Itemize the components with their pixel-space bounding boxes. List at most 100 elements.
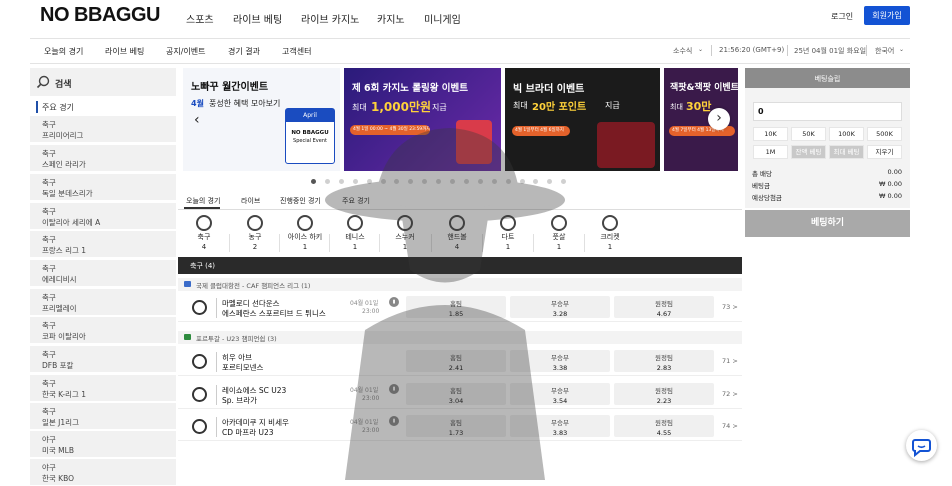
carousel-dot[interactable] [380, 179, 386, 184]
chip-50k-button[interactable]: 50K [791, 127, 826, 141]
banner-casino-rolling[interactable]: 제 6회 카지노 롤링왕 이벤트 최대 1,000만원 지급 4월 1일 00:… [344, 68, 501, 171]
odds-home-button[interactable]: 홈팀 1.73 [406, 415, 506, 437]
max-bet-button[interactable]: 최대 베팅 [829, 145, 864, 159]
tab-live[interactable]: 라이브 [241, 196, 260, 206]
clear-button[interactable]: 지우기 [867, 145, 902, 159]
tab-in-progress[interactable]: 진행중인 경기 [280, 196, 321, 206]
sport-filter-cricket[interactable]: 크리켓 1 [588, 215, 632, 251]
nav-live-casino[interactable]: 라이브 카지노 [301, 11, 359, 26]
nav-minigame[interactable]: 미니게임 [424, 11, 461, 26]
carousel-dot[interactable] [561, 179, 567, 184]
odds-draw-button[interactable]: 무승부 3.54 [510, 383, 610, 405]
carousel-dot[interactable] [422, 179, 428, 184]
carousel-dot[interactable] [338, 179, 344, 184]
carousel-dot[interactable] [491, 179, 497, 184]
chat-button[interactable] [906, 430, 937, 461]
sidebar-item[interactable]: 축구 프랑스 리그 1 [30, 231, 176, 258]
sidebar-item[interactable]: 야구 미국 MLB [30, 431, 176, 458]
banner-big-brother[interactable]: 빅 브라더 이벤트 최대 20만 포인트 지급 4월 1일부터 4월 6일까지 [505, 68, 660, 171]
odds-away-button[interactable]: 원정팀 2.23 [614, 383, 714, 405]
subnav-notice[interactable]: 공지/이벤트 [166, 46, 206, 57]
signup-button[interactable]: 회원가입 [864, 6, 910, 25]
carousel-next-icon[interactable]: › [708, 108, 730, 130]
stats-icon[interactable]: ▮ [389, 297, 399, 307]
language-select[interactable]: 한국어 [875, 46, 894, 56]
odds-away-button[interactable]: 원정팀 4.55 [614, 415, 714, 437]
sidebar-search[interactable] [30, 68, 176, 96]
carousel-dot[interactable] [408, 179, 414, 184]
stats-icon[interactable]: ▮ [389, 416, 399, 426]
chip-500k-button[interactable]: 500K [867, 127, 902, 141]
sidebar-item[interactable]: 축구 코파 이탈리아 [30, 317, 176, 344]
carousel-dot[interactable] [394, 179, 400, 184]
odds-draw-button[interactable]: 무승부 3.38 [510, 350, 610, 372]
sport-filter-icehockey[interactable]: 아이스 하키 1 [283, 215, 327, 251]
sport-filter-tennis[interactable]: 테니스 1 [333, 215, 377, 251]
odds-home-button[interactable]: 홈팀 1.85 [406, 296, 506, 318]
sport-filter-snooker[interactable]: 스누커 1 [383, 215, 427, 251]
sidebar-item[interactable]: 야구 한국 KBO [30, 459, 176, 486]
chip-10k-button[interactable]: 10K [753, 127, 788, 141]
odds-draw-button[interactable]: 무승부 3.83 [510, 415, 610, 437]
sport-filter-darts[interactable]: 다트 1 [486, 215, 530, 251]
chip-100k-button[interactable]: 100K [829, 127, 864, 141]
odds-away-button[interactable]: 원정팀 2.83 [614, 350, 714, 372]
carousel-dot[interactable] [324, 179, 330, 184]
nav-casino[interactable]: 카지노 [377, 11, 405, 26]
sidebar-item[interactable]: 축구 에레디비시 [30, 260, 176, 287]
sidebar-item[interactable]: 축구 DFB 포칼 [30, 346, 176, 373]
subnav-live[interactable]: 라이브 베팅 [105, 46, 144, 57]
league-header[interactable]: 국제 클럽대항전 - CAF 챔피언스 리그 (1) [178, 278, 742, 291]
chip-1m-button[interactable]: 1M [753, 145, 788, 159]
sport-section-header[interactable] [178, 257, 742, 274]
away-team: 에스페란스 스포르티브 드 튀니스 [222, 309, 326, 318]
carousel-dot[interactable] [366, 179, 372, 184]
login-link[interactable]: 로그인 [831, 11, 853, 22]
odds-format-select[interactable]: 소수식 [673, 46, 692, 56]
place-bet-button[interactable]: 베팅하기 [745, 210, 910, 237]
carousel-dot[interactable] [533, 179, 539, 184]
subnav-results[interactable]: 경기 결과 [228, 46, 260, 57]
more-markets-link[interactable]: 71 > [722, 357, 738, 365]
nav-sports[interactable]: 스포츠 [186, 11, 214, 26]
sidebar-item[interactable]: 축구 독일 분데스리가 [30, 174, 176, 201]
odds-home-button[interactable]: 홈팀 2.41 [406, 350, 506, 372]
subnav-today[interactable]: 오늘의 경기 [44, 46, 83, 57]
carousel-dot[interactable] [505, 179, 511, 184]
carousel-dot[interactable] [463, 179, 469, 184]
carousel-dot[interactable] [477, 179, 483, 184]
site-logo[interactable]: NO BBAGGU [40, 4, 160, 27]
banner-monthly-event[interactable]: 노빠꾸 월간이벤트 4월 풍성한 혜택 모아보기 April NO BBAGGU… [183, 68, 340, 171]
sport-filter-soccer[interactable]: 축구 4 [182, 215, 226, 251]
odds-away-button[interactable]: 원정팀 4.67 [614, 296, 714, 318]
tab-main[interactable]: 주요 경기 [342, 196, 370, 206]
sidebar-item[interactable]: 축구 한국 K-리그 1 [30, 375, 176, 402]
carousel-dot[interactable] [311, 179, 316, 184]
nav-live-betting[interactable]: 라이브 베팅 [233, 11, 282, 26]
more-markets-link[interactable]: 74 > [722, 422, 738, 430]
tab-today[interactable]: 오늘의 경기 [186, 196, 220, 206]
sidebar-item[interactable]: 축구 이탈리아 세리에 A [30, 203, 176, 230]
balance-bet-button[interactable]: 잔액 베팅 [791, 145, 826, 159]
carousel-prev-icon[interactable]: ‹ [194, 112, 200, 128]
carousel-dot[interactable] [436, 179, 442, 184]
sidebar-item[interactable]: 축구 일본 J1리그 [30, 403, 176, 430]
more-markets-link[interactable]: 73 > [722, 303, 738, 311]
more-markets-link[interactable]: 72 > [722, 390, 738, 398]
subnav-support[interactable]: 고객센터 [282, 46, 311, 57]
sport-filter-futsal[interactable]: 풋살 1 [537, 215, 581, 251]
odds-home-button[interactable]: 홈팀 3.04 [406, 383, 506, 405]
carousel-dot[interactable] [352, 179, 358, 184]
carousel-dot[interactable] [450, 179, 455, 184]
sport-filter-basketball[interactable]: 농구 2 [233, 215, 277, 251]
sport-filter-handball[interactable]: 핸드볼 4 [435, 215, 479, 251]
stats-icon[interactable]: ▮ [389, 384, 399, 394]
odds-draw-button[interactable]: 무승부 3.28 [510, 296, 610, 318]
sidebar-item[interactable]: 축구 프리미어리그 [30, 116, 176, 143]
sidebar-item[interactable]: 축구 스페인 라리가 [30, 145, 176, 172]
league-header[interactable]: 포르투갈 - U23 챔피언쉽 (3) [178, 331, 742, 344]
carousel-dot[interactable] [519, 179, 525, 184]
bet-amount-input[interactable]: 0 [753, 102, 902, 121]
carousel-dot[interactable] [547, 179, 553, 184]
sidebar-item[interactable]: 축구 프리멜레이 [30, 289, 176, 316]
